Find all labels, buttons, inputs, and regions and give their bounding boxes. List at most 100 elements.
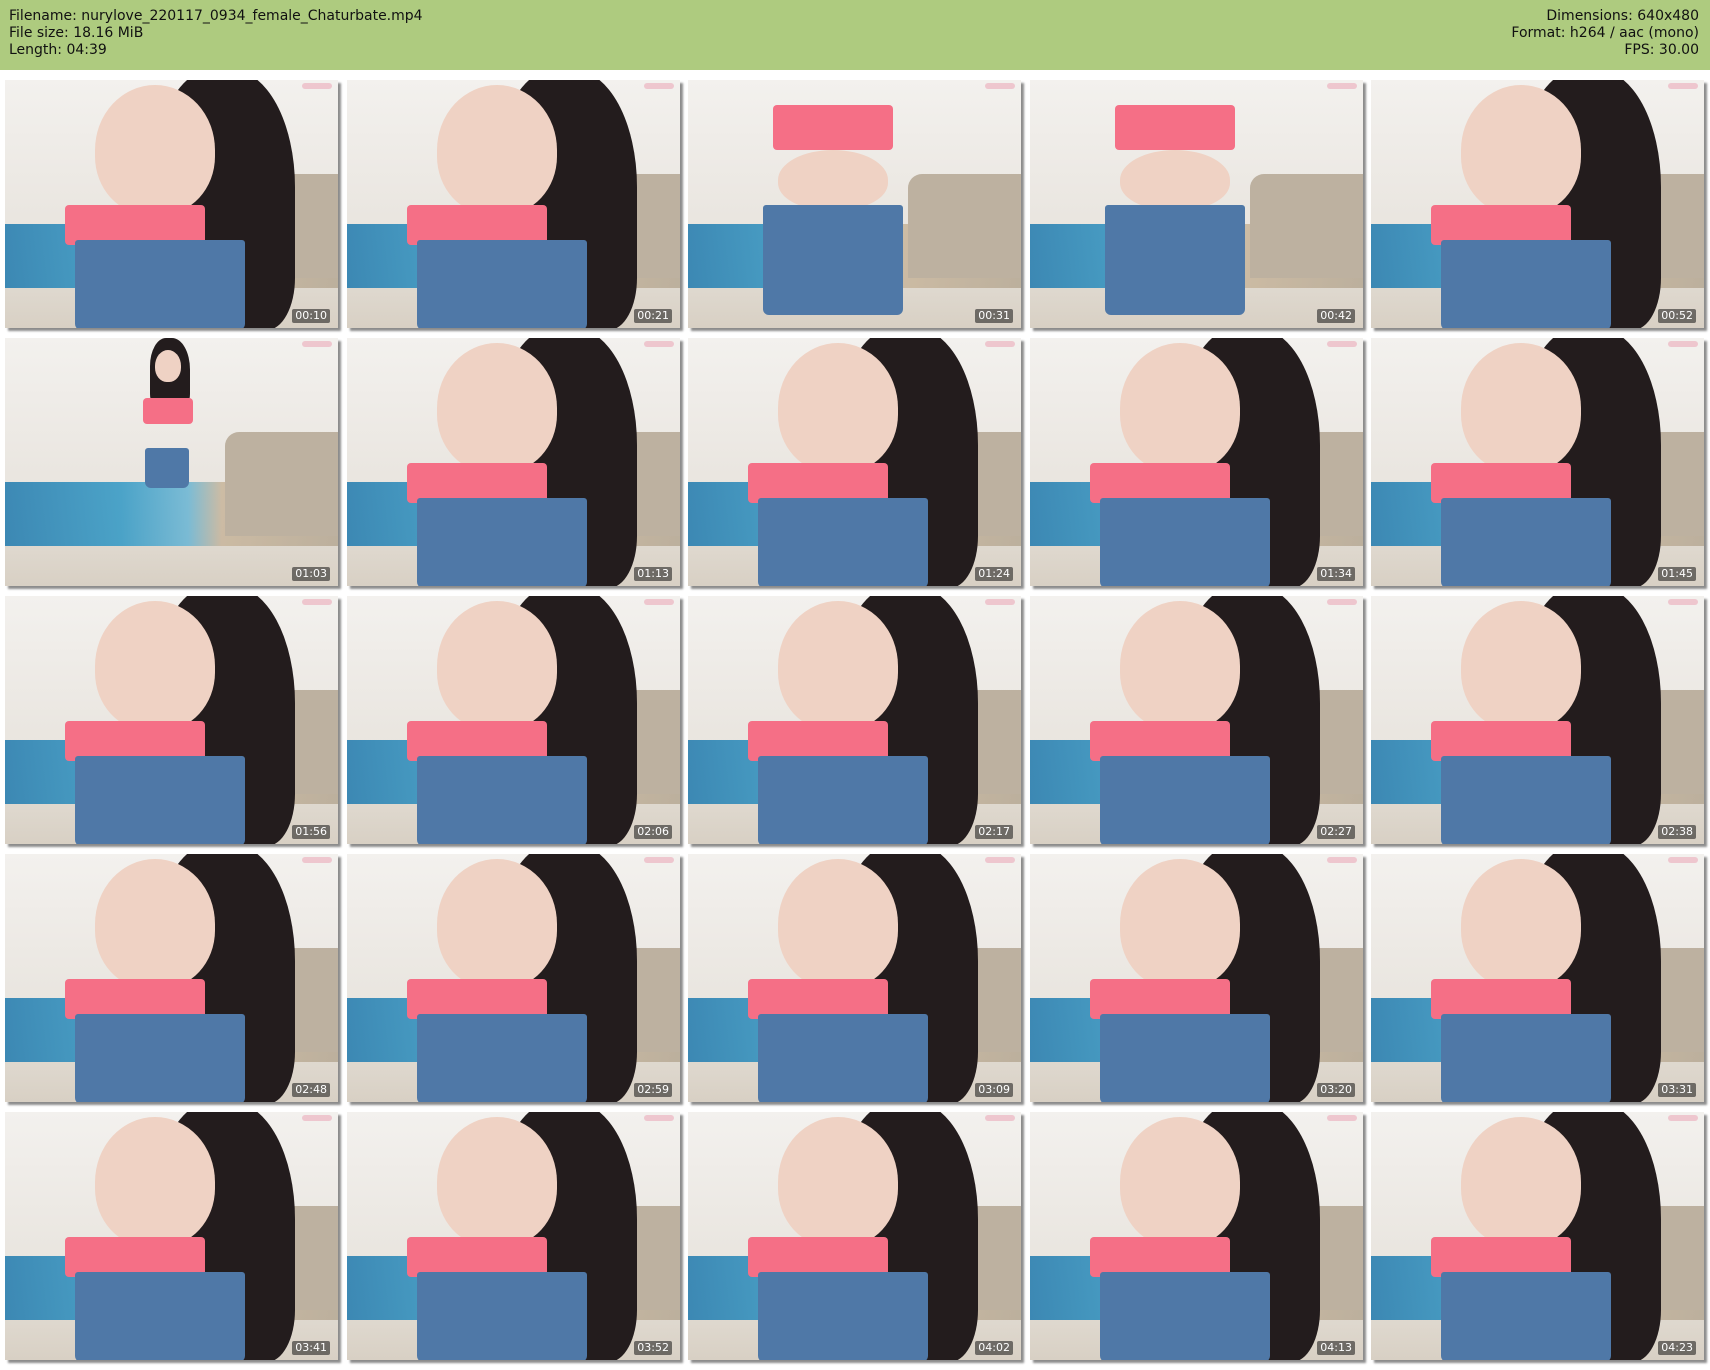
background-sofa — [907, 174, 1021, 279]
video-thumbnail: 00:31 — [688, 80, 1021, 328]
figure-face — [778, 150, 888, 210]
thumbnail-timestamp: 01:45 — [1658, 567, 1696, 581]
watermark — [644, 1115, 674, 1121]
figure-face — [1120, 343, 1240, 473]
watermark — [302, 599, 332, 605]
thumbnail-timestamp: 00:42 — [1317, 309, 1355, 323]
watermark — [302, 83, 332, 89]
video-thumbnail: 04:13 — [1030, 1112, 1363, 1360]
figure-skirt — [1105, 205, 1245, 315]
info-header: Filename: nurylove_220117_0934_female_Ch… — [0, 0, 1710, 70]
thumbnail-timestamp: 01:03 — [292, 567, 330, 581]
figure-face — [1461, 85, 1581, 215]
figure-skirt — [1441, 240, 1611, 328]
filename-text: Filename: nurylove_220117_0934_female_Ch… — [9, 8, 423, 24]
video-thumbnail: 01:13 — [347, 338, 680, 586]
length-text: Length: 04:39 — [9, 42, 107, 58]
figure-skirt — [758, 1272, 928, 1360]
watermark — [302, 341, 332, 347]
thumbnail-timestamp: 01:13 — [634, 567, 672, 581]
video-thumbnail: 02:59 — [347, 854, 680, 1102]
video-thumbnail: 03:20 — [1030, 854, 1363, 1102]
figure-top — [65, 979, 205, 1019]
figure-skirt — [1100, 498, 1270, 586]
video-thumbnail: 03:09 — [688, 854, 1021, 1102]
thumbnail-timestamp: 04:13 — [1317, 1341, 1355, 1355]
thumbnail-timestamp: 04:23 — [1658, 1341, 1696, 1355]
figure-top — [65, 721, 205, 761]
figure-top — [748, 721, 888, 761]
figure-skirt — [1100, 756, 1270, 844]
figure-skirt — [75, 1272, 245, 1360]
thumbnail-timestamp: 02:17 — [975, 825, 1013, 839]
figure-top — [407, 1237, 547, 1277]
figure-face — [437, 85, 557, 215]
format-text: Format: h264 / aac (mono) — [1511, 25, 1699, 41]
figure-top — [143, 398, 193, 424]
video-thumbnail: 02:17 — [688, 596, 1021, 844]
figure-face — [1120, 1117, 1240, 1247]
figure-face — [1461, 859, 1581, 989]
watermark — [1668, 599, 1698, 605]
thumbnail-timestamp: 02:27 — [1317, 825, 1355, 839]
figure-top — [1431, 463, 1571, 503]
watermark — [985, 1115, 1015, 1121]
watermark — [644, 83, 674, 89]
filesize-text: File size: 18.16 MiB — [9, 25, 144, 41]
figure-top — [1431, 1237, 1571, 1277]
thumbnail-timestamp: 02:59 — [634, 1083, 672, 1097]
video-thumbnail: 02:48 — [5, 854, 338, 1102]
thumbnail-timestamp: 02:06 — [634, 825, 672, 839]
figure-face — [1461, 343, 1581, 473]
watermark — [1668, 857, 1698, 863]
video-thumbnail: 04:23 — [1371, 1112, 1704, 1360]
watermark — [644, 599, 674, 605]
figure-face — [1461, 601, 1581, 731]
figure-face — [778, 1117, 898, 1247]
figure-top — [1090, 721, 1230, 761]
figure-top — [407, 205, 547, 245]
figure-skirt — [75, 1014, 245, 1102]
video-thumbnail: 00:42 — [1030, 80, 1363, 328]
figure-face — [437, 601, 557, 731]
figure-top — [1090, 463, 1230, 503]
watermark — [644, 341, 674, 347]
figure-top — [748, 463, 888, 503]
figure-top — [407, 463, 547, 503]
thumbnail-grid: 00:10 00:21 00:31 00:42 00:52 01:03 01:13 01:24… — [5, 80, 1709, 1370]
thumbnail-timestamp: 01:56 — [292, 825, 330, 839]
figure-face — [95, 601, 215, 731]
video-thumbnail: 03:31 — [1371, 854, 1704, 1102]
watermark — [1668, 1115, 1698, 1121]
figure-face — [1461, 1117, 1581, 1247]
watermark — [1327, 599, 1357, 605]
figure-top — [1090, 1237, 1230, 1277]
figure-top — [748, 1237, 888, 1277]
watermark — [985, 341, 1015, 347]
video-thumbnail: 02:38 — [1371, 596, 1704, 844]
thumbnail-timestamp: 00:52 — [1658, 309, 1696, 323]
figure-skirt — [417, 1272, 587, 1360]
watermark — [1327, 83, 1357, 89]
figure-face — [778, 601, 898, 731]
thumbnail-timestamp: 03:20 — [1317, 1083, 1355, 1097]
figure-skirt — [1441, 1272, 1611, 1360]
video-thumbnail: 03:41 — [5, 1112, 338, 1360]
video-thumbnail: 01:45 — [1371, 338, 1704, 586]
video-thumbnail: 02:06 — [347, 596, 680, 844]
video-thumbnail: 00:21 — [347, 80, 680, 328]
thumbnail-timestamp: 03:31 — [1658, 1083, 1696, 1097]
video-thumbnail: 01:24 — [688, 338, 1021, 586]
figure-top — [65, 1237, 205, 1277]
thumbnail-timestamp: 01:34 — [1317, 567, 1355, 581]
figure-face — [778, 859, 898, 989]
thumbnail-timestamp: 01:24 — [975, 567, 1013, 581]
figure-top — [1431, 205, 1571, 245]
thumbnail-timestamp: 03:52 — [634, 1341, 672, 1355]
video-thumbnail: 01:03 — [5, 338, 338, 586]
figure-skirt — [1441, 498, 1611, 586]
figure-face — [1120, 150, 1230, 210]
watermark — [302, 1115, 332, 1121]
figure-face — [95, 859, 215, 989]
figure-skirt — [763, 205, 903, 315]
